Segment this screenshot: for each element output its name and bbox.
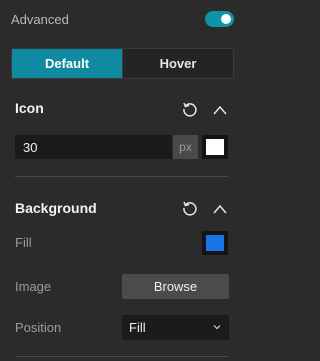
collapse-icon[interactable] (212, 203, 228, 215)
toggle-knob (221, 14, 231, 24)
position-label: Position (15, 320, 62, 335)
collapse-icon[interactable] (212, 104, 228, 116)
position-select-value: Fill (129, 320, 146, 335)
icon-section-title: Icon (15, 100, 44, 116)
state-tabs: Default Hover (11, 48, 234, 79)
advanced-label: Advanced (11, 12, 69, 27)
tab-default[interactable]: Default (12, 49, 122, 78)
fill-color-swatch (206, 235, 224, 251)
properties-panel: Advanced Default Hover Icon 30 px Backgr… (0, 0, 257, 361)
reset-icon[interactable] (181, 100, 199, 118)
fill-color-picker[interactable] (202, 231, 228, 255)
section-divider (15, 356, 228, 357)
icon-color-swatch (206, 139, 224, 155)
reset-icon[interactable] (181, 199, 199, 217)
icon-color-picker[interactable] (202, 135, 228, 159)
image-label: Image (15, 279, 52, 294)
chevron-down-icon (213, 325, 221, 330)
tab-hover[interactable]: Hover (122, 49, 233, 78)
advanced-toggle[interactable] (205, 11, 234, 27)
background-section-title: Background (15, 200, 97, 216)
browse-button[interactable]: Browse (122, 274, 229, 299)
position-select[interactable]: Fill (122, 315, 229, 340)
unit-label: px (173, 135, 198, 159)
section-divider (15, 176, 228, 177)
fill-label: Fill (15, 235, 32, 250)
icon-size-input[interactable]: 30 (15, 135, 172, 159)
